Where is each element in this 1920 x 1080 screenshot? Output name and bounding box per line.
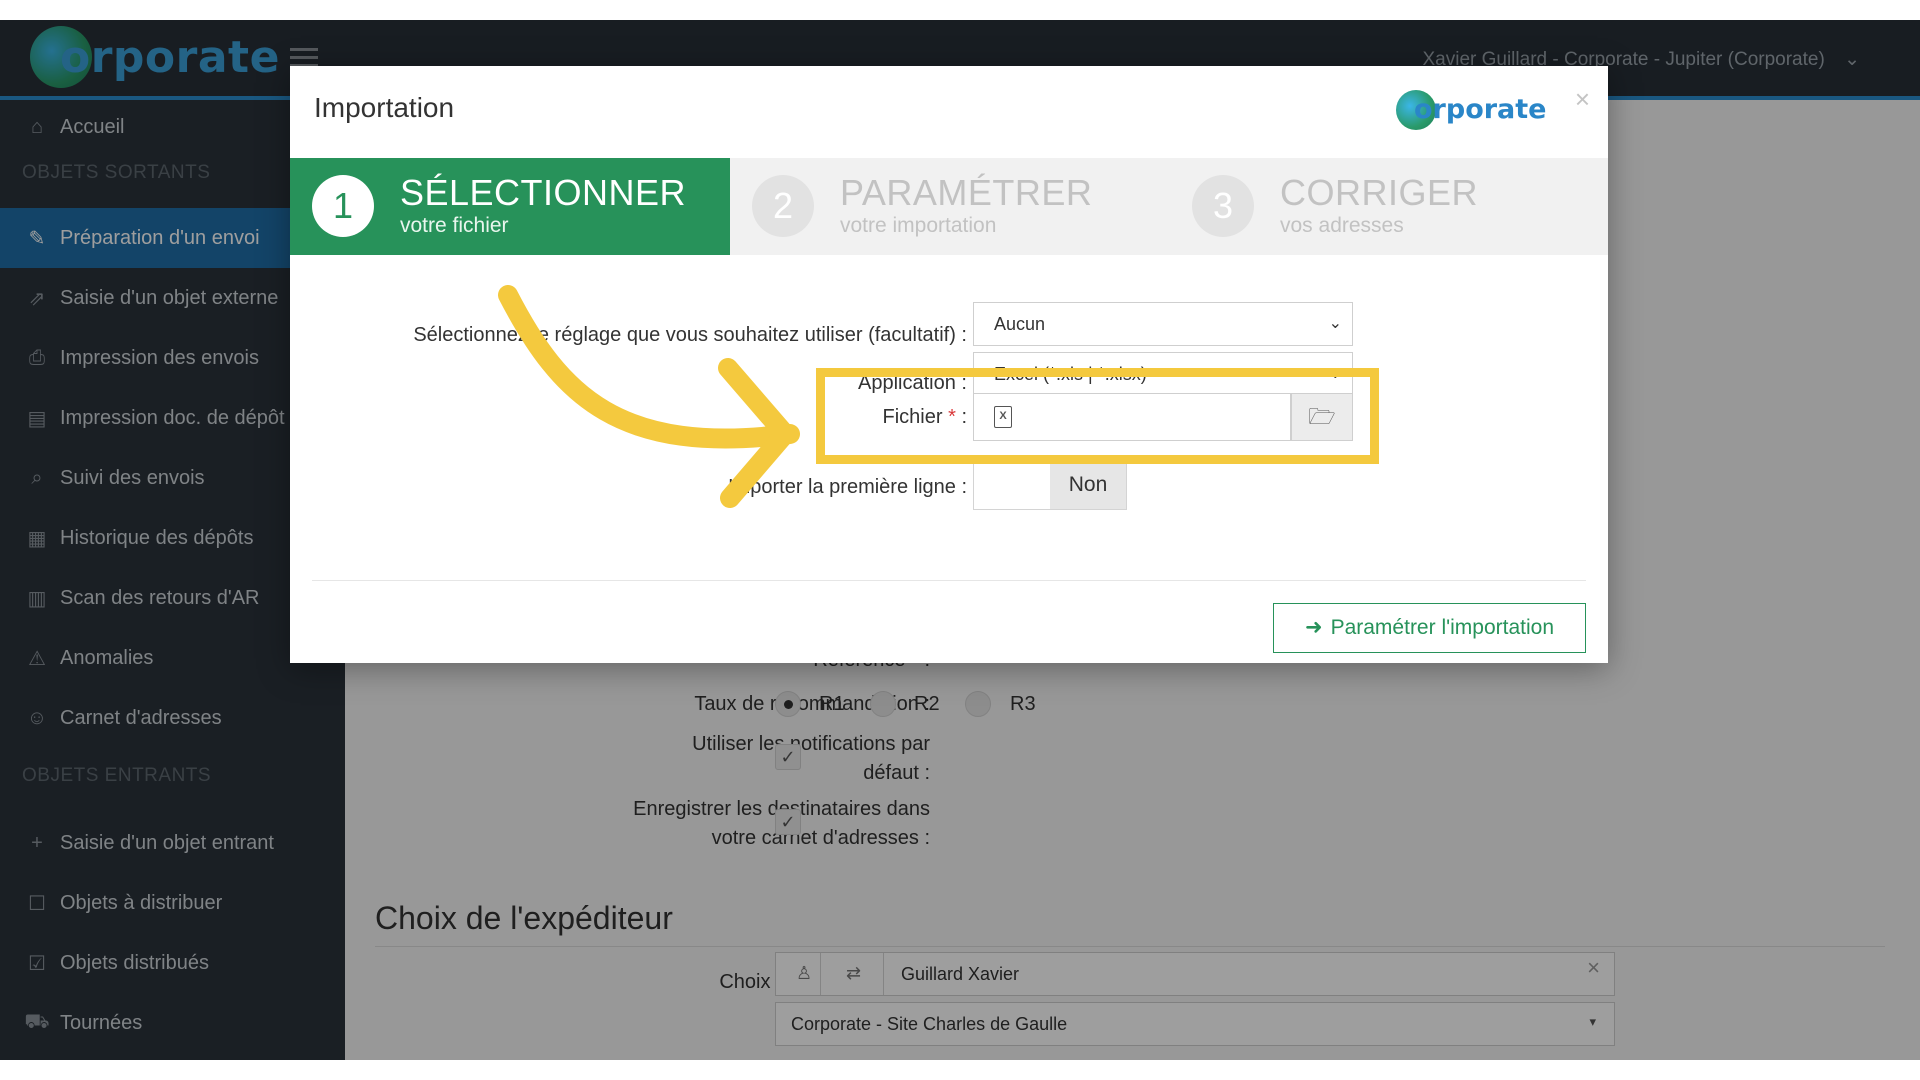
modal-logo: orporate [1396,90,1556,134]
import-modal: Importation orporate × 1 SÉLECTIONNER vo… [290,66,1608,663]
first-line-toggle[interactable]: Non [973,462,1127,510]
preset-select-value: Aucun [994,314,1046,334]
step-title: SÉLECTIONNER [400,172,687,213]
step-subtitle: votre fichier [400,214,509,237]
modal-title: Importation [314,92,455,123]
toggle-knob [974,463,1050,509]
step-title: PARAMÉTRER [840,172,1093,213]
step-configure[interactable]: 2 PARAMÉTRER votre importation [730,158,1170,255]
tutorial-arrow-icon [498,285,800,508]
step-number: 1 [312,175,374,237]
step-number: 3 [1192,175,1254,237]
preset-label: Sélectionnez le réglage que vous souhait… [413,324,967,346]
step-subtitle: votre importation [840,214,997,237]
arrow-right-icon: ➜ [1304,616,1323,639]
toggle-value: Non [1050,463,1126,509]
configure-import-button[interactable]: ➜ Paramétrer l'importation [1273,603,1586,653]
close-icon[interactable]: × [1575,84,1590,115]
chevron-down-icon: ⌄ [1328,315,1342,332]
logo-text: orporate [1414,94,1547,125]
step-number: 2 [752,175,814,237]
modal-footer-divider [312,580,1586,581]
preset-select[interactable]: Aucun ⌄ [973,302,1353,346]
first-line-label: Importer la première ligne : [728,476,967,498]
tutorial-highlight-box [816,368,1379,464]
wizard-steps: 1 SÉLECTIONNER votre fichier 2 PARAMÉTRE… [290,158,1608,255]
step-correct[interactable]: 3 CORRIGER vos adresses [1170,158,1610,255]
configure-import-label: Paramétrer l'importation [1330,616,1555,639]
app-window: orporate Xavier Guillard - Corporate - J… [0,20,1920,1060]
step-title: CORRIGER [1280,172,1479,213]
step-subtitle: vos adresses [1280,214,1404,237]
step-select[interactable]: 1 SÉLECTIONNER votre fichier [290,158,730,255]
